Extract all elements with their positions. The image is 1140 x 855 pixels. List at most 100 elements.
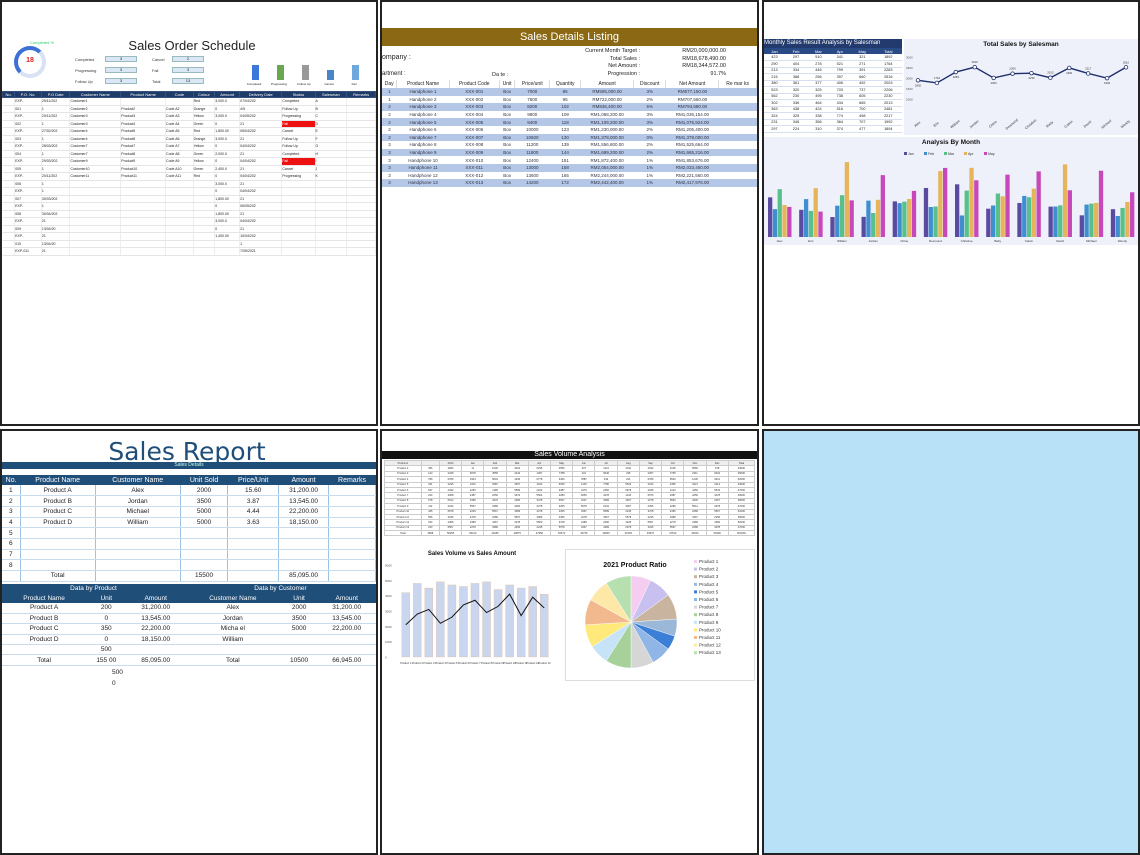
table-cell	[120, 187, 167, 196]
bar	[818, 211, 823, 237]
table-cell: RM2,221,560.00	[675, 172, 709, 178]
table-cell: Product5	[120, 127, 167, 136]
bar	[777, 189, 782, 237]
legend-label: Product 5	[699, 589, 719, 594]
table-cell	[328, 485, 376, 497]
sales-details-table: Day Product Name Product Code Unit Price/uni…	[382, 80, 757, 187]
table-cell: XXX-005	[449, 118, 500, 126]
table-cell	[69, 195, 122, 203]
table-cell: 21	[239, 120, 283, 128]
salesman-analysis-panel: Monthly Sales Result Analysis by Salesma…	[762, 0, 1140, 426]
table-cell: H	[315, 150, 348, 158]
table-cell	[346, 180, 376, 188]
company-label: ompany :	[382, 54, 411, 61]
table-cell	[180, 559, 229, 571]
table-row: 3 Product C Michael 5000 4.44 22,200.00	[2, 506, 376, 518]
table-cell: Completed	[281, 97, 316, 106]
table-row: 1 Handphone 1 XXX-001 Box 7000 85 RM595,000.00…	[382, 88, 757, 96]
x-tick-label: Product 13	[538, 661, 551, 665]
legend-swatch	[964, 152, 967, 155]
table-cell: XXX-013	[449, 179, 500, 187]
table-cell: 3500	[180, 495, 229, 507]
table-cell	[2, 120, 16, 128]
table-cell: EXP-	[14, 202, 42, 211]
counter-label: Completed	[75, 57, 95, 62]
section-subtitle: Sales Details	[2, 462, 376, 469]
table-cell	[214, 240, 241, 248]
column-header: Amount	[278, 475, 329, 485]
table-cell: XXX-009	[449, 148, 500, 157]
table-row: 6	[2, 538, 376, 550]
table-cell: Handphone 1	[396, 88, 450, 96]
x-tick-label: Alex	[913, 120, 921, 128]
bar	[902, 201, 907, 237]
table-row: 010 13/04/20 1	[2, 240, 376, 248]
table-cell: William	[95, 517, 181, 529]
total-units: 15500	[180, 570, 229, 582]
summary-label: Current Month Target :	[585, 48, 640, 54]
table-cell: 1	[41, 187, 71, 196]
table-cell: Customer7	[69, 150, 122, 158]
x-tick-label: David	[1056, 239, 1064, 243]
table-cell: 604000	[727, 530, 756, 537]
table-cell: 13,545.00	[278, 495, 330, 507]
table-cell: Orange	[193, 135, 216, 143]
column-header: Discount	[633, 80, 667, 88]
legend-swatch	[924, 152, 927, 155]
x-tick-label: Product 7	[469, 661, 481, 665]
table-cell	[120, 97, 167, 106]
table-cell	[281, 202, 316, 211]
table-cell: 13000	[514, 163, 550, 172]
column-header: Product Name	[396, 80, 450, 88]
bar	[1084, 204, 1089, 237]
table-cell: 0	[214, 142, 241, 151]
bar	[866, 200, 871, 237]
bar	[933, 206, 938, 237]
table-row: 006 1 3,000.0 21	[2, 180, 376, 188]
table-cell: RM2,442,400.00	[580, 179, 634, 187]
table-cell	[2, 187, 16, 196]
table-cell: 9400	[514, 118, 550, 126]
table-cell: 21	[239, 165, 283, 173]
table-cell: Micha el	[184, 623, 281, 635]
bar	[1115, 216, 1120, 237]
table-cell	[165, 187, 194, 196]
table-cell: Green	[193, 150, 216, 158]
table-cell: 158	[549, 163, 581, 172]
table-cell	[317, 644, 376, 656]
bar	[911, 190, 917, 237]
chart-title: 2021 Product Ratio	[603, 562, 667, 569]
table-cell: 8200	[514, 103, 550, 111]
table-cell: Yellow	[193, 112, 216, 121]
table-row: 008 30/04/202 1,800.00 21	[2, 210, 376, 218]
table-cell: B	[315, 105, 348, 113]
table-title: Monthly Sales Result Analysis by Salesma…	[764, 39, 902, 48]
table-cell: Handphone 6	[409, 127, 437, 133]
table-cell: 3,000.0	[214, 112, 241, 121]
table-cell: 1%	[646, 172, 653, 178]
data-point	[1104, 75, 1110, 81]
table-cell: 21	[41, 232, 71, 241]
table-cell: XXX-008	[465, 142, 484, 148]
bar	[505, 584, 514, 658]
table-cell: 005	[14, 165, 42, 173]
status-bar-label: Follow Up	[297, 82, 311, 86]
table-cell: Box	[499, 133, 515, 142]
table-cell: 2%	[646, 127, 653, 133]
table-cell: 374	[829, 125, 851, 133]
table-cell: 0	[86, 613, 127, 625]
table-cell: Code A3	[165, 112, 194, 121]
table-cell: RM1,556,800.00	[590, 142, 624, 148]
table-cell: Red	[193, 97, 216, 106]
table-cell	[69, 202, 122, 211]
table-cell: 21	[239, 210, 283, 218]
table-cell: 45547	[638, 530, 663, 537]
table-cell: 21	[239, 150, 283, 158]
bar	[1079, 215, 1084, 237]
table-cell	[346, 210, 376, 218]
table-cell	[2, 180, 16, 188]
data-point	[1085, 71, 1091, 76]
table-cell: 1	[41, 180, 71, 188]
table-cell: XXX-003	[449, 103, 500, 111]
x-tick-label: Jordan	[868, 239, 878, 243]
